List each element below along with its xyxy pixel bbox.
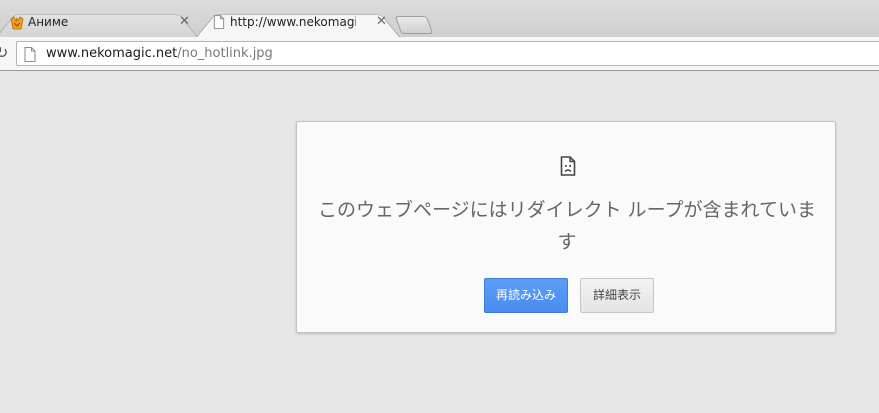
reload-button[interactable]: 再読み込み (484, 278, 568, 313)
error-heading: このウェブページにはリダイレクト ループが含まれています (318, 199, 816, 253)
sad-page-icon (560, 156, 576, 176)
tab-title: http://www.nekomagic.net/no_hotlink.jpg (230, 15, 356, 29)
tab-title: Аниме (28, 15, 69, 29)
page-icon (24, 47, 36, 62)
url-host: www.nekomagic.net (46, 46, 178, 61)
reload-icon[interactable]: ↻ (0, 44, 8, 62)
address-bar[interactable]: www.nekomagic.net/no_hotlink.jpg (16, 41, 879, 66)
tab-close-icon[interactable]: ✕ (179, 15, 190, 29)
tab-nekomagic[interactable]: http://www.nekomagic.net/no_hotlink.jpg … (196, 8, 400, 37)
toolbar: ↻ www.nekomagic.net/no_hotlink.jpg (0, 37, 879, 71)
page-icon (213, 15, 225, 29)
tab-strip: Аниме ✕ http://www.nekomagic.net/no_hotl… (0, 0, 879, 37)
url-path: /no_hotlink.jpg (177, 46, 273, 61)
anime-favicon-icon (10, 16, 24, 30)
details-button[interactable]: 詳細表示 (580, 278, 654, 313)
tab-anime[interactable]: Аниме ✕ (0, 8, 198, 37)
error-card: このウェブページにはリダイレクト ループが含まれています 再読み込み 詳細表示 (296, 121, 836, 333)
url-text[interactable]: www.nekomagic.net/no_hotlink.jpg (46, 46, 273, 61)
tab-close-icon[interactable]: ✕ (376, 15, 387, 29)
new-tab-button[interactable] (394, 16, 434, 34)
